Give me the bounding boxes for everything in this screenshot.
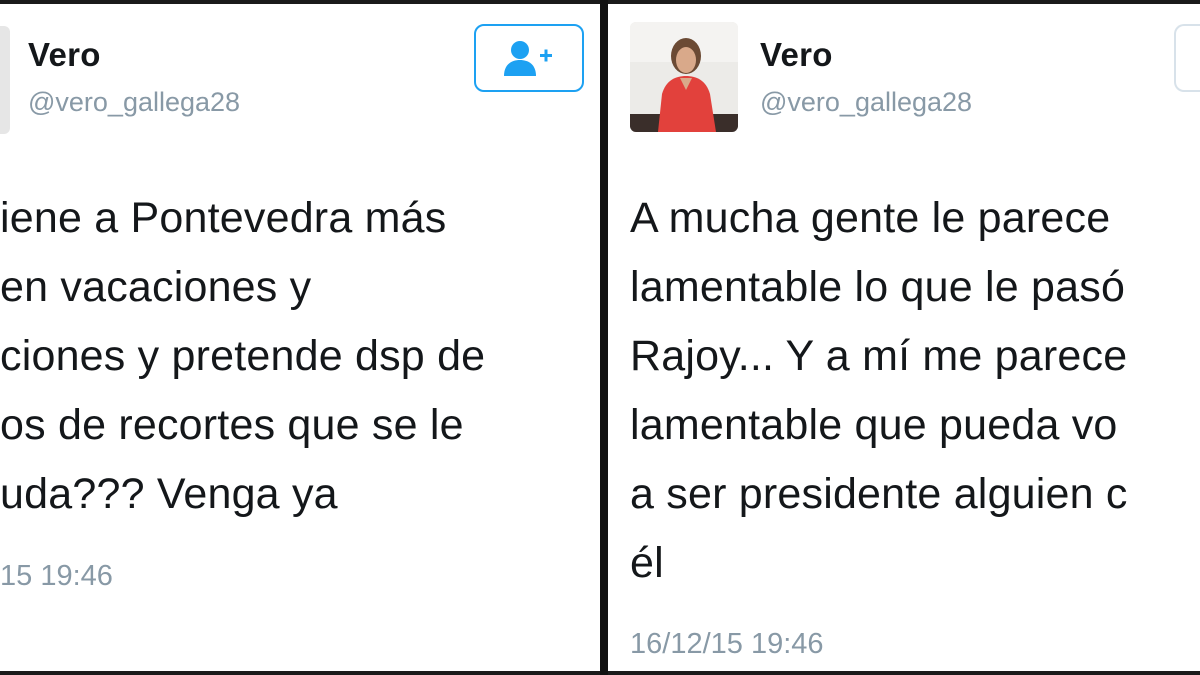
- tweet-text-line: él: [630, 539, 664, 587]
- user-handle[interactable]: @vero_gallega28: [28, 87, 240, 118]
- follow-button[interactable]: [1174, 24, 1200, 92]
- profile-photo: [630, 22, 738, 132]
- display-name[interactable]: Vero: [28, 36, 101, 74]
- follow-button[interactable]: [474, 24, 584, 92]
- tweet-text-line: os de recortes que se le: [0, 401, 464, 449]
- tweet-timestamp[interactable]: 16/12/15 19:46: [630, 628, 824, 661]
- tweet-text-line: lamentable que pueda vo: [630, 401, 1118, 449]
- tweet-text-line: Rajoy... Y a mí me parece: [630, 332, 1128, 380]
- tweet-text-line: ciones y pretende dsp de: [0, 332, 486, 380]
- tweet-text-line: iene a Pontevedra más: [0, 194, 447, 242]
- tweet-text-line: lamentable lo que le pasó: [630, 263, 1126, 311]
- display-name[interactable]: Vero: [760, 36, 833, 74]
- user-handle[interactable]: @vero_gallega28: [760, 87, 972, 118]
- tweet-text-line: a ser presidente alguien c: [630, 470, 1128, 518]
- tweet-text-line: A mucha gente le parece: [630, 194, 1111, 242]
- add-user-icon: [504, 41, 552, 76]
- tweet-text-line: en vacaciones y: [0, 263, 312, 311]
- panel-divider: [600, 0, 608, 675]
- tweet-card-right: Vero @vero_gallega28 A mucha gente le pa…: [608, 0, 1200, 675]
- avatar[interactable]: [0, 26, 10, 134]
- avatar[interactable]: [630, 22, 738, 132]
- tweet-timestamp[interactable]: 15 19:46: [0, 560, 113, 593]
- tweet-text-line: uda??? Venga ya: [0, 470, 338, 518]
- tweet-card-left: Vero @vero_gallega28 iene a Pontevedra m…: [0, 0, 600, 675]
